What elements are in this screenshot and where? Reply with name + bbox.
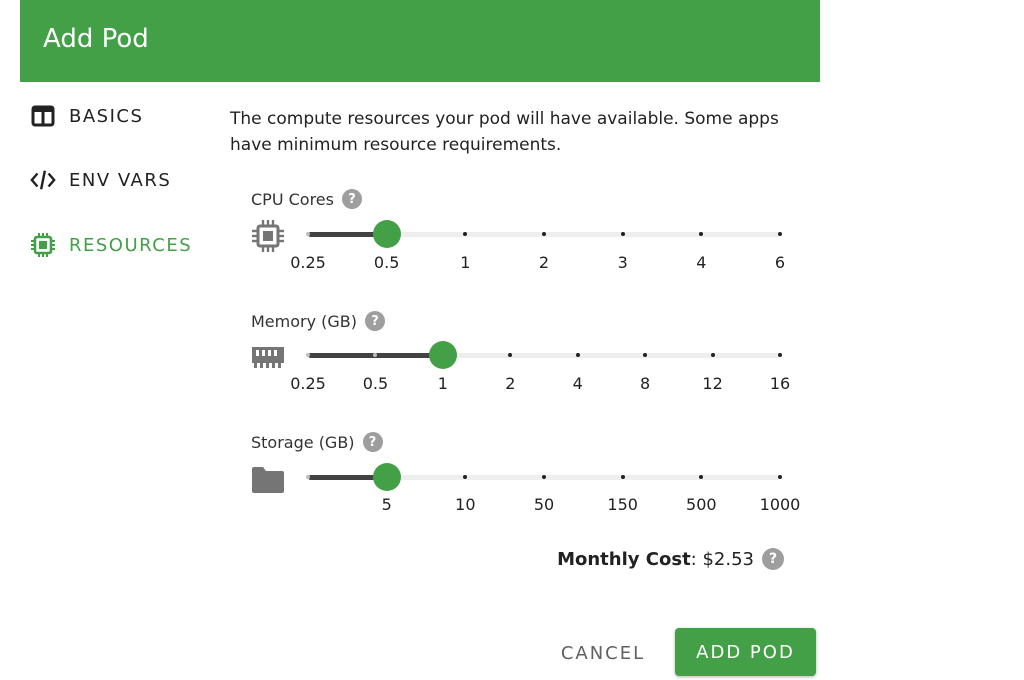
storage-label-text: Storage (GB) <box>251 432 355 452</box>
nav-item-label: BASICS <box>69 105 144 127</box>
nav-item-label: RESOURCES <box>69 234 193 256</box>
dialog-title: Add Pod <box>43 24 149 54</box>
slider-stop-mark <box>778 353 782 357</box>
dialog-header: Add Pod <box>20 0 820 82</box>
add-pod-button[interactable]: ADD POD <box>675 628 816 676</box>
slider-tick-label: 0.5 <box>362 374 389 393</box>
slider-tick-label: 0.25 <box>290 374 326 393</box>
slider-stop-mark <box>306 232 310 236</box>
slider-stop-mark <box>575 353 580 357</box>
slider-tick-label: 16 <box>769 374 791 393</box>
slider-tick-label: 6 <box>774 253 786 272</box>
slider-tick-label: 2 <box>538 253 550 272</box>
cpu-chip-icon <box>250 218 286 254</box>
slider-tick-label: 0.5 <box>373 253 400 272</box>
nav-item-basics[interactable]: BASICS <box>30 102 143 130</box>
slider-tick-label: 1 <box>460 253 471 272</box>
slider-stop-mark <box>306 475 310 479</box>
slider-stop-mark <box>620 475 625 479</box>
slider-tick-label: 150 <box>607 495 638 514</box>
slider-stop-mark <box>542 475 546 479</box>
slider-tick-label: 4 <box>696 253 707 272</box>
slider-stop-mark <box>542 232 546 236</box>
slider-tick-label: 0.25 <box>290 253 326 272</box>
slider-thumb[interactable] <box>428 341 457 369</box>
memory-icon <box>250 339 286 375</box>
slider-tick-label: 3 <box>617 253 628 272</box>
storage-label: Storage (GB) ? <box>251 432 383 452</box>
slider-tick-label: 1000 <box>759 495 801 514</box>
slider-tick-label: 4 <box>572 374 583 393</box>
slider-stop-mark <box>778 232 782 236</box>
storage-tick-labels: 5 10 50 150 500 1000 <box>308 495 801 515</box>
cost-separator: : <box>690 548 703 570</box>
memory-slider[interactable] <box>306 341 782 369</box>
slider-stop-mark <box>306 353 310 357</box>
slider-tick-label: 5 <box>381 495 392 514</box>
cpu-tick-labels: 0.25 0.5 1 2 3 4 6 <box>290 253 785 273</box>
code-icon <box>30 167 56 193</box>
slider-stop-mark <box>778 475 782 479</box>
nav-item-resources[interactable]: RESOURCES <box>30 231 192 259</box>
resources-description: The compute resources your pod will have… <box>230 109 779 155</box>
slider-tick-label: 1 <box>437 374 448 393</box>
monthly-cost: Monthly Cost: $2.53 ? <box>557 548 784 570</box>
storage-slider[interactable] <box>306 463 782 491</box>
cpu-label-text: CPU Cores <box>251 189 334 209</box>
slider-tick-label: 2 <box>505 374 516 393</box>
cost-help-icon[interactable]: ? <box>762 548 784 570</box>
monthly-cost-label: Monthly Cost <box>557 548 691 570</box>
nav-item-env-vars[interactable]: ENV VARS <box>30 166 171 194</box>
slider-tick-label: 50 <box>533 495 555 514</box>
slider-stop-mark <box>710 353 715 357</box>
memory-label-text: Memory (GB) <box>251 311 358 331</box>
cpu-slider[interactable] <box>306 220 782 248</box>
memory-help-icon[interactable]: ? <box>365 311 386 331</box>
columns-icon <box>30 103 56 129</box>
slider-stop-mark <box>620 232 625 236</box>
cancel-button[interactable]: CANCEL <box>548 630 658 676</box>
storage-help-icon[interactable]: ? <box>362 432 383 452</box>
slider-thumb[interactable] <box>372 220 401 248</box>
nav-item-label: ENV VARS <box>69 169 172 191</box>
monthly-cost-value: $2.53 <box>702 548 754 570</box>
slider-tick-label: 8 <box>640 374 651 393</box>
memory-label: Memory (GB) ? <box>251 311 386 331</box>
slider-tick-label: 10 <box>455 495 476 514</box>
slider-tick-label: 500 <box>686 495 717 514</box>
memory-tick-labels: 0.25 0.5 1 2 4 8 12 16 <box>290 374 790 394</box>
cpu-label: CPU Cores ? <box>251 189 362 209</box>
slider-tick-label: 12 <box>702 374 723 393</box>
cpu-help-icon[interactable]: ? <box>341 189 362 209</box>
folder-icon <box>250 462 286 498</box>
slider-thumb[interactable] <box>372 463 401 491</box>
chip-icon <box>30 232 56 258</box>
